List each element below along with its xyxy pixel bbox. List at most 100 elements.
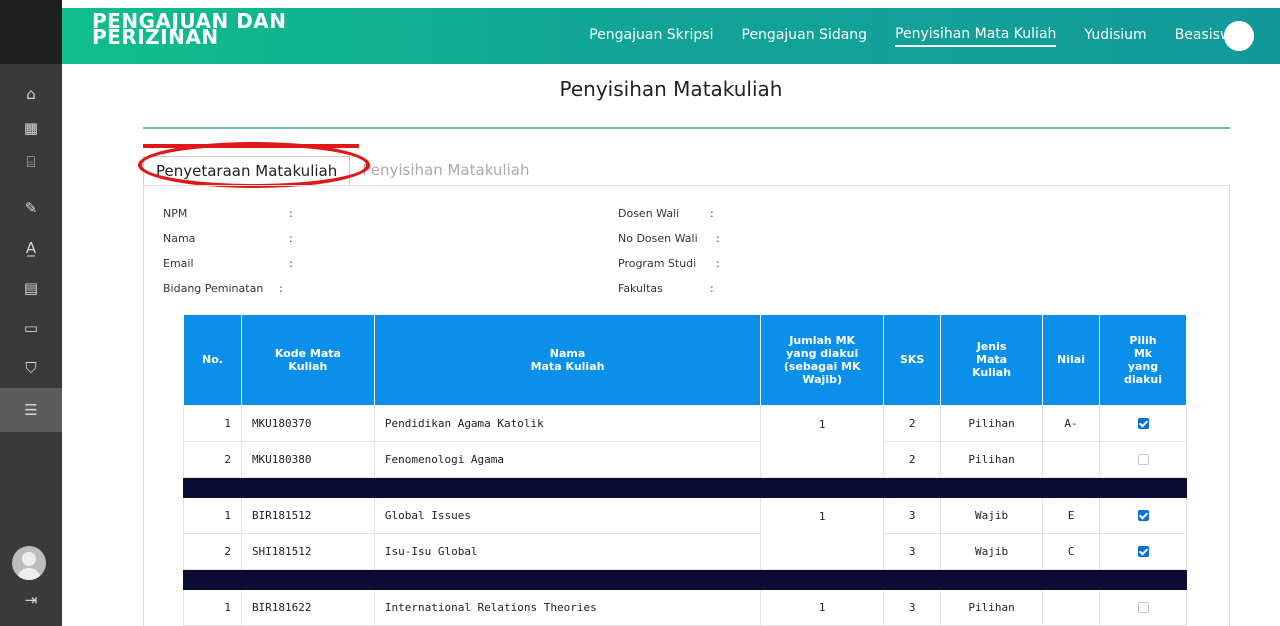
cell-jumlah: 1: [760, 404, 885, 478]
cell-jenis: Pilihan: [940, 404, 1044, 442]
col-header-sks: SKS: [883, 315, 942, 406]
cell-sks: 3: [883, 532, 942, 570]
nav-penyisihan-mata-kuliah[interactable]: Penyisihan Mata Kuliah: [895, 26, 1057, 47]
nav-pengajuan-sidang[interactable]: Pengajuan Sidang: [742, 27, 868, 46]
checkbox-unchecked[interactable]: [1137, 454, 1149, 465]
cell-no: 1: [183, 404, 242, 442]
col-header-jumlah: Jumlah MK yang diakui (sebagai MK Wajib): [760, 315, 885, 406]
course-equivalence-table: No. Kode Mata Kuliah Nama Mata Kuliah Jum…: [183, 315, 1187, 626]
header-avatar[interactable]: [1224, 21, 1254, 51]
info-label-dosen-wali: Dosen Wali: [618, 207, 680, 220]
table-row: 1 BIR181512 Global Issues 1 3 Wajib E: [183, 496, 1187, 570]
cell-no: 1: [183, 496, 242, 534]
cell-kode: BIR181512: [240, 496, 375, 534]
red-highlight-circle: [138, 142, 370, 188]
cell-no: 1: [183, 588, 242, 626]
checkbox-checked[interactable]: [1137, 510, 1149, 521]
graduation-cap-icon[interactable]: ⛉: [0, 350, 62, 386]
cell-nama: Pendidikan Agama Katolik: [373, 404, 762, 442]
home-icon[interactable]: ⌂: [0, 76, 62, 112]
info-colon: :: [289, 257, 293, 270]
cell-nilai: A-: [1042, 404, 1100, 442]
title-divider: [143, 127, 1230, 129]
checkbox-checked[interactable]: [1137, 546, 1149, 557]
font-grade-icon[interactable]: A̲: [0, 230, 62, 266]
cell-jenis: Wajib: [940, 532, 1044, 570]
cell-nama: Isu-Isu Global: [373, 532, 762, 570]
col-header-no: No.: [183, 315, 242, 406]
cell-sks: 2: [883, 440, 942, 478]
info-colon: :: [710, 207, 714, 220]
info-label-nama: Nama: [163, 232, 196, 245]
cell-nama: International Relations Theories: [373, 588, 762, 626]
course-table-wrapper: No. Kode Mata Kuliah Nama Mata Kuliah Jum…: [183, 315, 1187, 626]
checkbox-checked[interactable]: [1137, 418, 1149, 429]
cell-sks: 3: [883, 496, 942, 534]
certificate-icon[interactable]: ▤: [0, 270, 62, 306]
table-row: 2 MKU180380 Fenomenologi Agama 2 Pilihan: [183, 440, 1187, 478]
cell-kode: SHI181512: [240, 532, 375, 570]
cell-jenis: Pilihan: [940, 440, 1044, 478]
cell-jenis: Pilihan: [940, 588, 1044, 626]
user-avatar[interactable]: [12, 546, 46, 580]
cell-jenis: Wajib: [940, 496, 1044, 534]
cell-sks: 2: [883, 404, 942, 442]
col-header-pilih: Pilih Mk yang diakui: [1099, 315, 1187, 406]
page-title: Penyisihan Matakuliah: [559, 77, 783, 101]
cell-kode: MKU180380: [240, 440, 375, 478]
list-document-icon[interactable]: ☰: [0, 388, 62, 432]
col-header-kode: Kode Mata Kuliah: [240, 315, 375, 406]
info-label-program-studi: Program Studi: [618, 257, 697, 270]
info-label-npm: NPM: [163, 207, 188, 220]
checkbox-unchecked[interactable]: [1137, 602, 1149, 613]
cell-pilih: [1099, 404, 1187, 442]
col-header-kode-text: Kode Mata Kuliah: [274, 346, 341, 373]
tab-penyisihan-matakuliah[interactable]: Penyisihan Matakuliah: [350, 156, 541, 186]
logout-icon[interactable]: ⇥: [0, 582, 62, 618]
cell-nilai: C: [1042, 532, 1100, 570]
cell-kode: MKU180370: [240, 404, 375, 442]
nav-pengajuan-skripsi[interactable]: Pengajuan Skripsi: [589, 27, 713, 46]
sidebar: ⌂ ▦ ⌸ ✎ A̲ ▤ ▭ ⛉ ☰ ⇥: [0, 0, 62, 626]
cell-nilai: [1042, 588, 1100, 626]
cell-nilai: E: [1042, 496, 1100, 534]
cell-kode: BIR181622: [240, 588, 375, 626]
info-colon: :: [716, 257, 720, 270]
building-icon[interactable]: ⌸: [0, 144, 62, 180]
info-colon: :: [289, 232, 293, 245]
col-header-jenis: Jenis Mata Kuliah: [940, 315, 1044, 406]
info-colon: :: [279, 282, 283, 295]
cell-jumlah: 1: [760, 588, 885, 626]
col-header-nama: Nama Mata Kuliah: [373, 315, 762, 406]
top-header: PENGAJUAN DAN PERIZINAN Pengajuan Skrips…: [62, 8, 1280, 64]
table-header-row: No. Kode Mata Kuliah Nama Mata Kuliah Jum…: [183, 315, 1187, 406]
group-separator: [183, 476, 1187, 498]
page-scrollbar[interactable]: [1266, 64, 1280, 626]
nav-yudisium[interactable]: Yudisium: [1084, 27, 1146, 46]
cell-pilih: [1099, 532, 1187, 570]
document-edit-icon[interactable]: ✎: [0, 190, 62, 226]
col-header-nilai: Nilai: [1042, 315, 1100, 406]
cell-nilai: [1042, 440, 1100, 478]
info-label-email: Email: [163, 257, 194, 270]
cell-no: 2: [183, 440, 242, 478]
col-header-nama-l1: Nama: [549, 346, 586, 360]
table-row: 1 BIR181622 International Relations Theo…: [183, 588, 1187, 626]
brand-logo[interactable]: PENGAJUAN DAN PERIZINAN: [92, 11, 287, 47]
calendar-icon[interactable]: ▦: [0, 110, 62, 146]
group-separator: [183, 568, 1187, 590]
cell-sks: 3: [883, 588, 942, 626]
col-header-pilih-text: Pilih Mk yang diakui: [1124, 333, 1162, 386]
cell-pilih: [1099, 496, 1187, 534]
cell-pilih: [1099, 440, 1187, 478]
cell-pilih: [1099, 588, 1187, 626]
info-colon: :: [716, 232, 720, 245]
red-highlight-underline: [143, 144, 359, 148]
message-icon[interactable]: ▭: [0, 310, 62, 346]
cell-nama: Fenomenologi Agama: [373, 440, 762, 478]
col-header-jumlah-text: Jumlah MK yang diakui (sebagai MK Wajib): [783, 333, 861, 386]
cell-no: 2: [183, 532, 242, 570]
info-label-bidang-peminatan: Bidang Peminatan: [163, 282, 264, 295]
col-header-jenis-text: Jenis Mata Kuliah: [972, 340, 1012, 380]
info-colon: :: [710, 282, 714, 295]
